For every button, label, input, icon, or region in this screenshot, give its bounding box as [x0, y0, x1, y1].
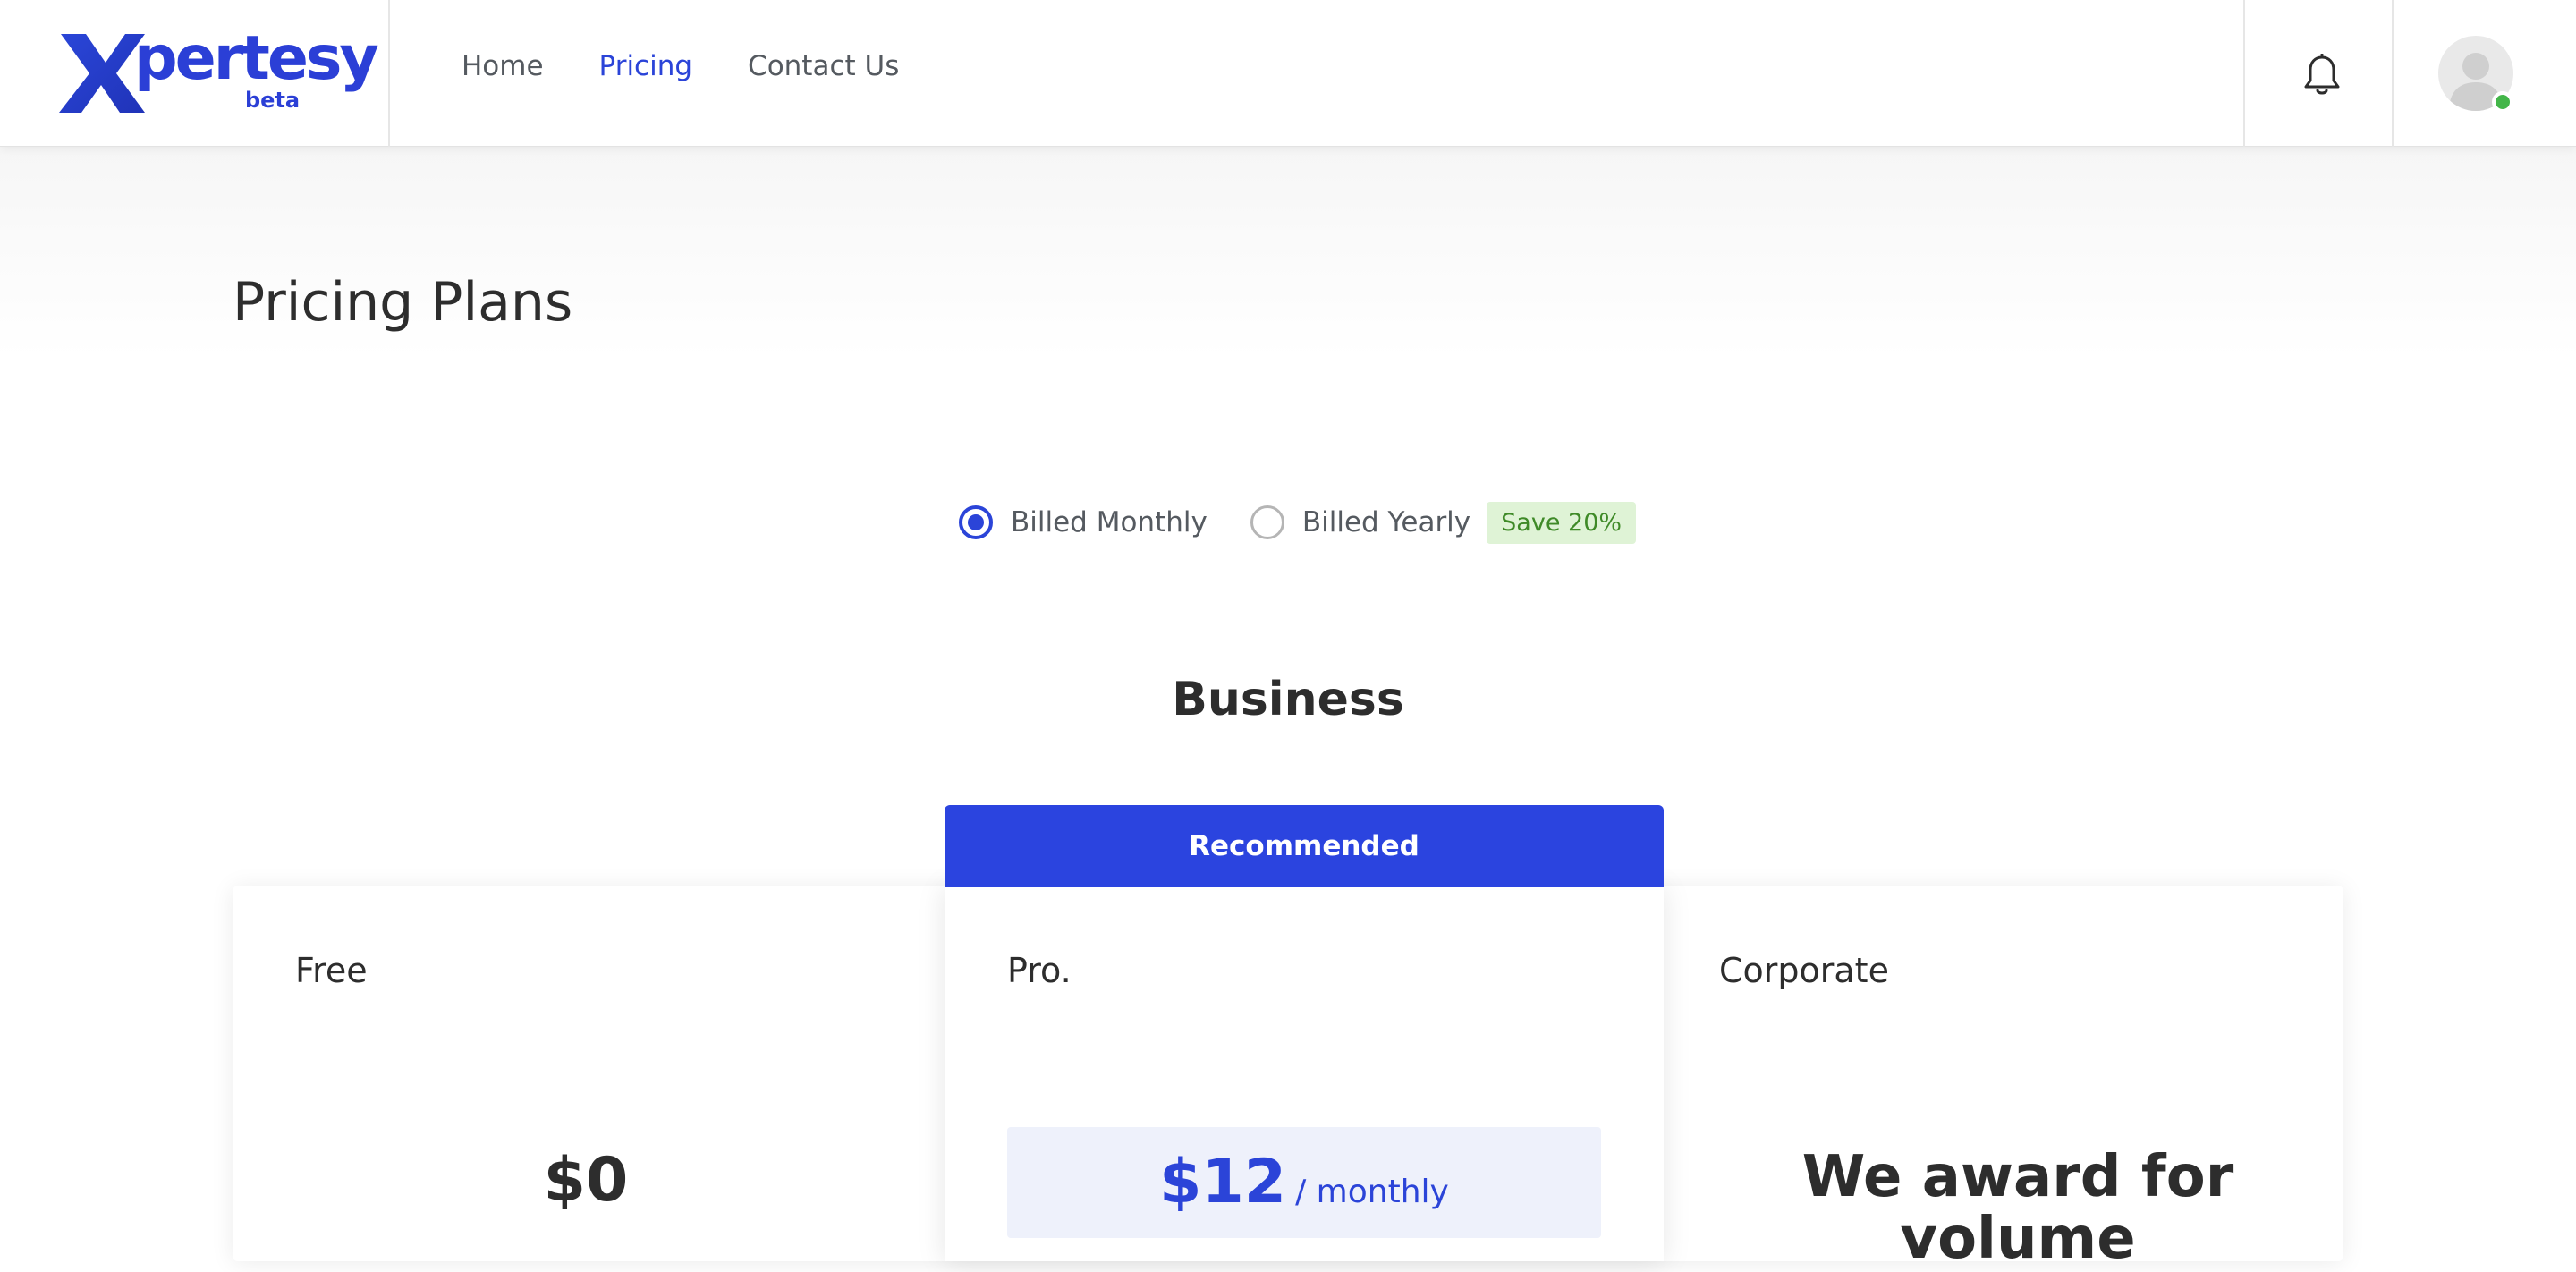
plan-name-free: Free: [295, 951, 368, 990]
recommended-banner: Recommended: [945, 805, 1664, 887]
plan-period-pro: / monthly: [1295, 1173, 1449, 1210]
plan-text-corporate: We award for volume: [1801, 1144, 2234, 1272]
billed-yearly-option[interactable]: Billed Yearly: [1250, 505, 1470, 539]
logo-beta-tag: beta: [245, 88, 301, 113]
plan-price-free: $0: [543, 1145, 629, 1216]
billed-monthly-label: Billed Monthly: [1011, 506, 1208, 538]
save-badge: Save 20%: [1487, 501, 1637, 544]
plan-name-pro: Pro.: [1007, 951, 1072, 990]
brand-area: pertesy beta: [0, 0, 390, 147]
nav-contact-us[interactable]: Contact Us: [748, 50, 899, 82]
top-navbar: pertesy beta Home Pricing Contact Us: [0, 0, 2576, 147]
main-nav: Home Pricing Contact Us: [462, 45, 899, 88]
online-status-dot: [2492, 91, 2513, 113]
nav-home[interactable]: Home: [462, 50, 544, 82]
plan-name-corporate: Corporate: [1719, 951, 1889, 990]
notifications-button[interactable]: [2243, 0, 2394, 147]
logo-wordmark: pertesy: [134, 23, 379, 94]
nav-pricing[interactable]: Pricing: [599, 50, 693, 82]
billing-toggle: Billed Monthly Billed Yearly Save 20%: [959, 497, 1637, 547]
section-title: Business: [1172, 673, 1404, 726]
bell-icon: [2304, 54, 2340, 95]
billed-monthly-radio[interactable]: [959, 505, 993, 539]
plan-price-box-pro: $12 / monthly: [1007, 1127, 1601, 1238]
billed-yearly-radio[interactable]: [1250, 505, 1284, 539]
page-title: Pricing Plans: [233, 271, 573, 334]
billed-monthly-option[interactable]: Billed Monthly: [959, 505, 1208, 539]
plan-price-pro: $12: [1159, 1147, 1287, 1217]
billed-yearly-label: Billed Yearly: [1301, 506, 1471, 538]
